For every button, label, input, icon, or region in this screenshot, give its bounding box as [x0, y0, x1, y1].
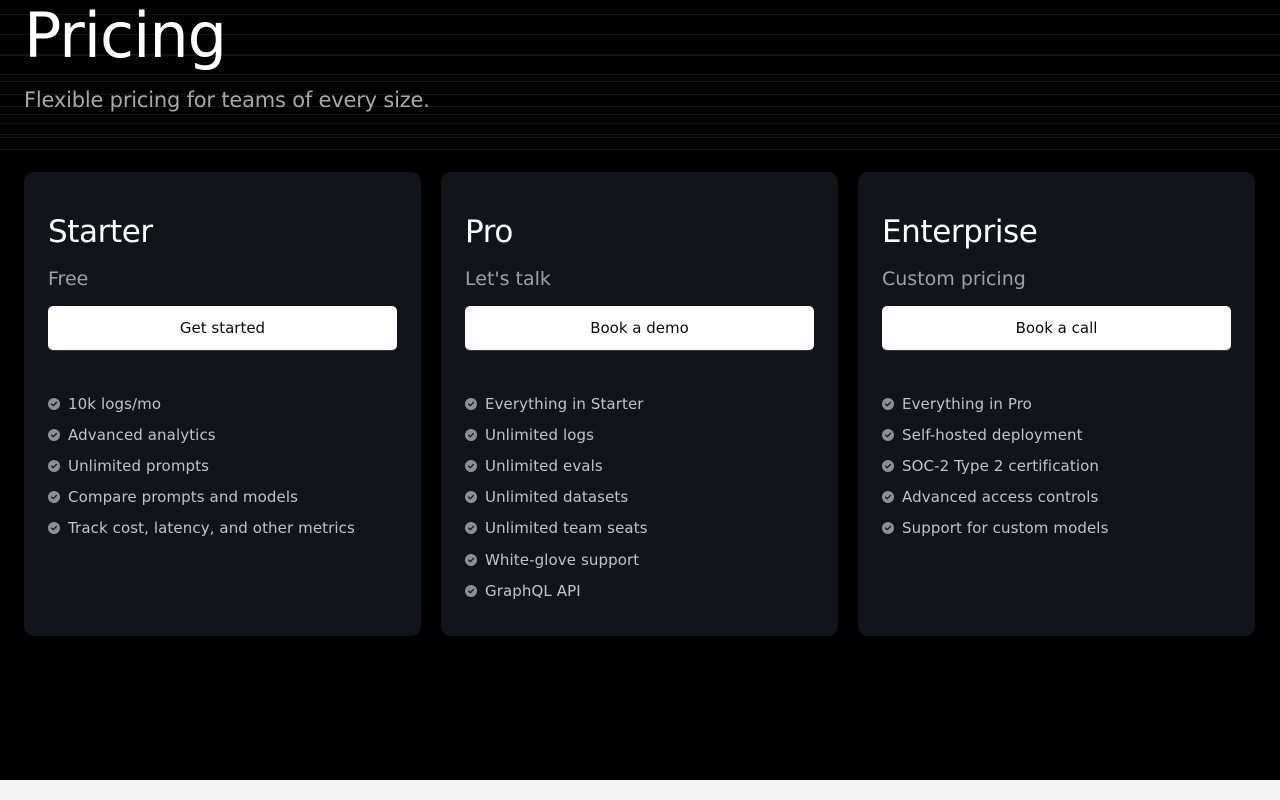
- feature-item: Self-hosted deployment: [882, 419, 1109, 450]
- check-circle-icon: [48, 522, 60, 535]
- plan-price: Custom pricing: [882, 268, 1026, 290]
- feature-item: 10k logs/mo: [48, 388, 355, 419]
- feature-label: Everything in Pro: [902, 394, 1032, 413]
- feature-label: Unlimited logs: [485, 425, 595, 444]
- check-circle-icon: [465, 584, 477, 597]
- feature-item: Advanced analytics: [48, 419, 355, 450]
- feature-item: Unlimited evals: [465, 450, 648, 481]
- feature-label: Track cost, latency, and other metrics: [68, 519, 355, 538]
- plan-features: Everything in Starter Unlimited logs Unl…: [465, 388, 648, 606]
- check-circle-icon: [465, 428, 477, 441]
- check-circle-icon: [882, 522, 894, 535]
- check-circle-icon: [882, 428, 894, 441]
- feature-item: White-glove support: [465, 544, 648, 575]
- plan-price: Let's talk: [465, 268, 551, 290]
- check-circle-icon: [465, 459, 477, 472]
- plan-name: Pro: [465, 214, 513, 250]
- feature-label: Compare prompts and models: [68, 488, 299, 507]
- feature-item: SOC-2 Type 2 certification: [882, 450, 1109, 481]
- plan-features: 10k logs/mo Advanced analytics Unlimited…: [48, 388, 355, 544]
- feature-item: GraphQL API: [465, 575, 648, 606]
- feature-item: Support for custom models: [882, 513, 1109, 544]
- feature-label: GraphQL API: [485, 581, 581, 600]
- feature-label: White-glove support: [485, 550, 640, 569]
- feature-label: 10k logs/mo: [68, 394, 162, 413]
- book-call-button[interactable]: Book a call: [882, 306, 1231, 350]
- feature-item: Unlimited datasets: [465, 482, 648, 513]
- feature-label: Unlimited evals: [485, 456, 603, 475]
- feature-item: Compare prompts and models: [48, 482, 355, 513]
- plan-name: Starter: [48, 214, 153, 250]
- plan-card-pro: Pro Let's talk Book a demo Everything in…: [441, 172, 838, 636]
- check-circle-icon: [465, 397, 477, 410]
- feature-item: Everything in Starter: [465, 388, 648, 419]
- feature-item: Advanced access controls: [882, 482, 1109, 513]
- feature-item: Unlimited prompts: [48, 450, 355, 481]
- check-circle-icon: [465, 491, 477, 504]
- plan-price: Free: [48, 268, 89, 290]
- check-circle-icon: [48, 397, 60, 410]
- feature-label: SOC-2 Type 2 certification: [902, 456, 1099, 475]
- footer-strip: [0, 780, 1280, 800]
- page-title: Pricing: [24, 0, 227, 72]
- check-circle-icon: [465, 553, 477, 566]
- feature-label: Everything in Starter: [485, 394, 644, 413]
- check-circle-icon: [882, 397, 894, 410]
- feature-label: Advanced analytics: [68, 425, 216, 444]
- check-circle-icon: [465, 522, 477, 535]
- check-circle-icon: [882, 491, 894, 504]
- feature-label: Unlimited prompts: [68, 456, 210, 475]
- check-circle-icon: [48, 428, 60, 441]
- pricing-page: Pricing Flexible pricing for teams of ev…: [0, 0, 1280, 800]
- feature-label: Self-hosted deployment: [902, 425, 1083, 444]
- check-circle-icon: [48, 491, 60, 504]
- hero-section: Pricing Flexible pricing for teams of ev…: [0, 0, 1280, 152]
- get-started-button[interactable]: Get started: [48, 306, 397, 350]
- plan-card-enterprise: Enterprise Custom pricing Book a call Ev…: [858, 172, 1255, 636]
- check-circle-icon: [48, 459, 60, 472]
- plan-features: Everything in Pro Self-hosted deployment…: [882, 388, 1109, 544]
- feature-label: Unlimited datasets: [485, 488, 629, 507]
- plan-card-starter: Starter Free Get started 10k logs/mo Adv…: [24, 172, 421, 636]
- check-circle-icon: [882, 459, 894, 472]
- feature-item: Unlimited team seats: [465, 513, 648, 544]
- feature-item: Unlimited logs: [465, 419, 648, 450]
- feature-label: Advanced access controls: [902, 488, 1099, 507]
- plan-name: Enterprise: [882, 214, 1038, 250]
- book-demo-button[interactable]: Book a demo: [465, 306, 814, 350]
- feature-label: Support for custom models: [902, 519, 1109, 538]
- pricing-cards: Starter Free Get started 10k logs/mo Adv…: [24, 172, 1256, 636]
- page-subtitle: Flexible pricing for teams of every size…: [24, 88, 430, 112]
- feature-label: Unlimited team seats: [485, 519, 648, 538]
- feature-item: Track cost, latency, and other metrics: [48, 513, 355, 544]
- feature-item: Everything in Pro: [882, 388, 1109, 419]
